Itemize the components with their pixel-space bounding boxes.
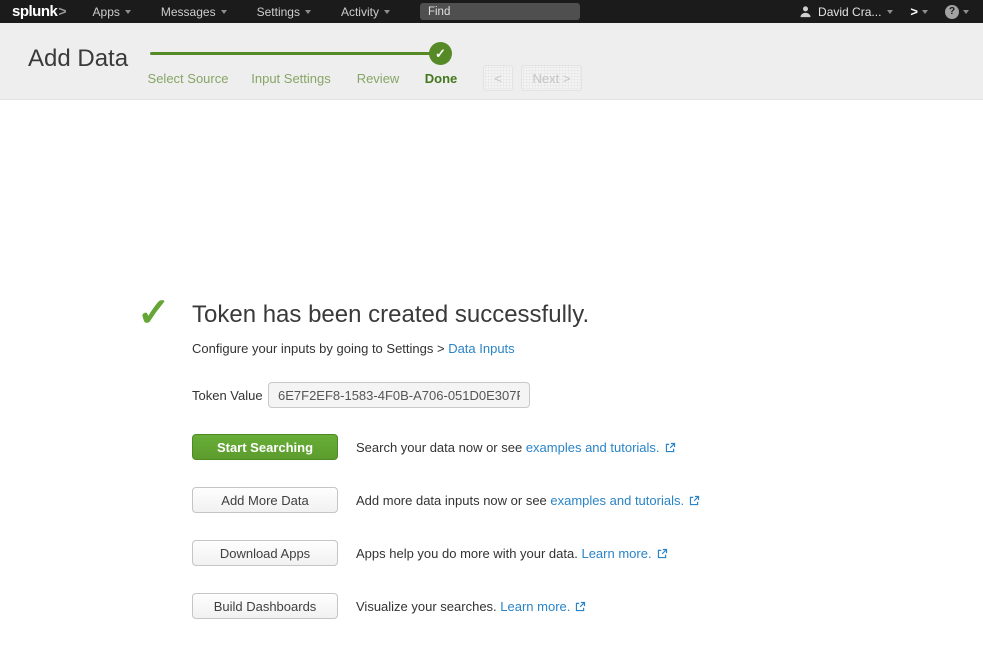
- back-button[interactable]: <: [483, 65, 513, 91]
- action-description-text: Add more data inputs now or see: [356, 493, 550, 508]
- splunk-logo-text: splunk: [12, 3, 57, 20]
- splunk-logo-chevron-icon: >: [58, 3, 66, 19]
- chevron-down-icon: [384, 10, 390, 14]
- token-value-label: Token Value: [192, 388, 268, 403]
- examples-tutorials-link[interactable]: examples and tutorials.: [526, 440, 660, 455]
- menu-activity[interactable]: Activity: [341, 5, 390, 19]
- action-description-text: Search your data now or see: [356, 440, 526, 455]
- wizard-step-input-settings: Input Settings: [251, 71, 331, 86]
- help-icon: ?: [945, 5, 959, 19]
- next-button[interactable]: Next >: [521, 65, 582, 91]
- learn-more-link[interactable]: Learn more.: [581, 546, 651, 561]
- action-row-download-apps: Download Apps Apps help you do more with…: [192, 540, 912, 566]
- external-link-icon[interactable]: [575, 601, 586, 612]
- data-inputs-link[interactable]: Data Inputs: [448, 341, 515, 356]
- top-nav-right-cluster: David Cra... > ?: [799, 4, 969, 19]
- action-description: Apps help you do more with your data. Le…: [356, 546, 668, 561]
- wizard-progress-line: [150, 52, 441, 55]
- user-menu[interactable]: David Cra...: [799, 5, 893, 19]
- success-check-icon: ✓: [137, 293, 171, 333]
- wizard-done-check-icon: ✓: [429, 42, 452, 65]
- success-subtitle: Configure your inputs by going to Settin…: [192, 341, 912, 356]
- chevron-down-icon: [125, 10, 131, 14]
- help-menu[interactable]: ?: [945, 5, 969, 19]
- user-icon: [799, 5, 812, 18]
- user-name: David Cra...: [818, 5, 881, 19]
- splunk-logo[interactable]: splunk >: [12, 3, 67, 20]
- page-title: Add Data: [28, 45, 128, 73]
- token-value-input[interactable]: [268, 382, 530, 408]
- success-subtitle-text: Configure your inputs by going to Settin…: [192, 341, 448, 356]
- main-content: ✓ Token has been created successfully. C…: [0, 100, 983, 538]
- success-title: Token has been created successfully.: [192, 301, 912, 329]
- action-description: Add more data inputs now or see examples…: [356, 493, 700, 508]
- menu-apps[interactable]: Apps: [93, 5, 131, 19]
- token-row: Token Value: [192, 382, 912, 408]
- examples-tutorials-link[interactable]: examples and tutorials.: [550, 493, 684, 508]
- menu-settings-label: Settings: [257, 5, 300, 19]
- build-dashboards-button[interactable]: Build Dashboards: [192, 593, 338, 619]
- menu-messages[interactable]: Messages: [161, 5, 227, 19]
- download-apps-button[interactable]: Download Apps: [192, 540, 338, 566]
- action-description-text: Visualize your searches.: [356, 599, 500, 614]
- wizard-step-select-source: Select Source: [148, 71, 229, 86]
- external-link-icon[interactable]: [689, 495, 700, 506]
- find-search-input[interactable]: [420, 3, 580, 20]
- console-chevron-icon: >: [910, 4, 918, 19]
- top-nav-bar: splunk > Apps Messages Settings Activity…: [0, 0, 983, 23]
- action-row-start-searching: Start Searching Search your data now or …: [192, 434, 912, 460]
- wizard-nav-buttons: < Next >: [483, 65, 582, 91]
- chevron-down-icon: [963, 10, 969, 14]
- chevron-down-icon: [305, 10, 311, 14]
- chevron-down-icon: [922, 10, 928, 14]
- menu-activity-label: Activity: [341, 5, 379, 19]
- action-description-text: Apps help you do more with your data.: [356, 546, 581, 561]
- wizard-step-done: Done: [425, 71, 458, 86]
- external-link-icon[interactable]: [657, 548, 668, 559]
- action-row-add-more-data: Add More Data Add more data inputs now o…: [192, 487, 912, 513]
- action-description: Visualize your searches. Learn more.: [356, 599, 586, 614]
- chevron-down-icon: [221, 10, 227, 14]
- action-description: Search your data now or see examples and…: [356, 440, 676, 455]
- chevron-down-icon: [887, 10, 893, 14]
- next-steps-actions: Start Searching Search your data now or …: [192, 434, 912, 619]
- external-link-icon[interactable]: [665, 442, 676, 453]
- menu-settings[interactable]: Settings: [257, 5, 311, 19]
- action-row-build-dashboards: Build Dashboards Visualize your searches…: [192, 593, 912, 619]
- splunk-console-menu[interactable]: >: [910, 4, 928, 19]
- wizard-progress: ✓ Select Source Input Settings Review Do…: [150, 23, 470, 100]
- menu-apps-label: Apps: [93, 5, 120, 19]
- learn-more-link[interactable]: Learn more.: [500, 599, 570, 614]
- menu-messages-label: Messages: [161, 5, 216, 19]
- start-searching-button[interactable]: Start Searching: [192, 434, 338, 460]
- wizard-step-review: Review: [357, 71, 400, 86]
- page-header: Add Data ✓ Select Source Input Settings …: [0, 23, 983, 100]
- add-more-data-button[interactable]: Add More Data: [192, 487, 338, 513]
